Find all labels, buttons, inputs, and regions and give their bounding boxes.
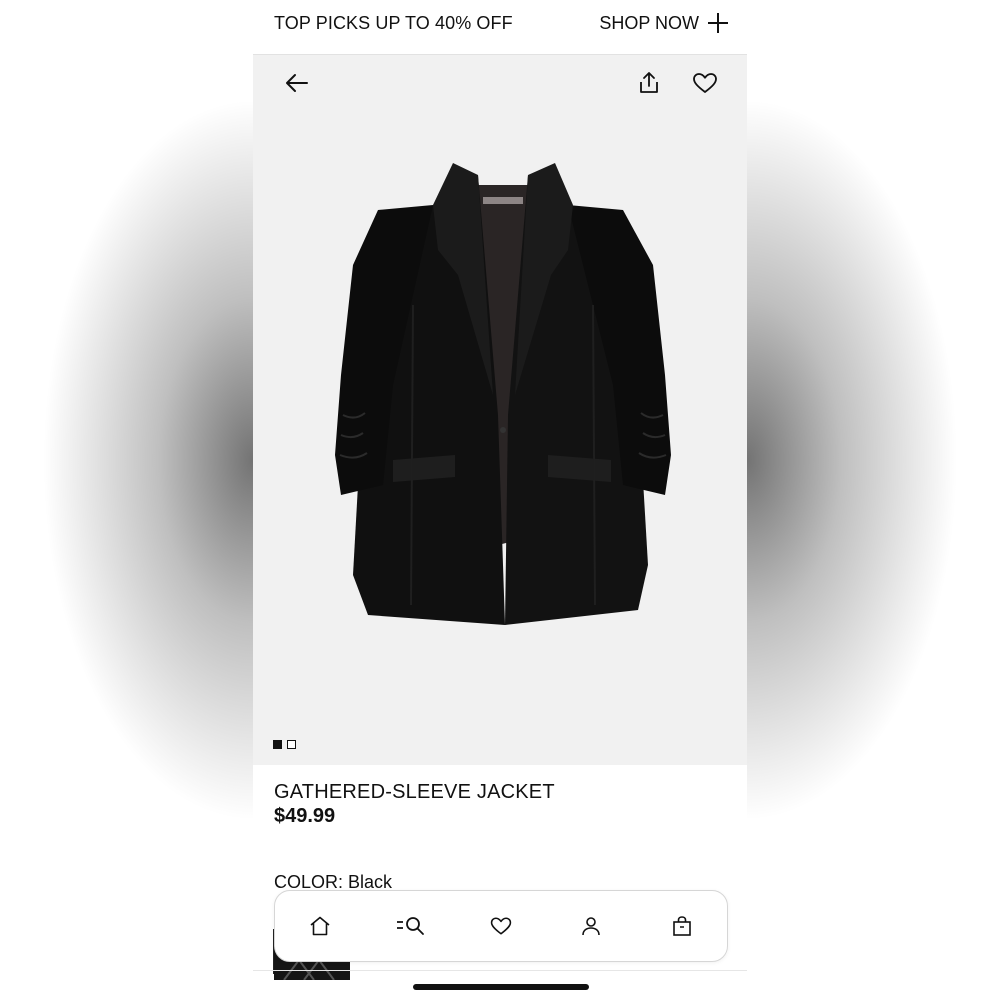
tab-account[interactable] (569, 904, 613, 948)
tab-favorites[interactable] (479, 904, 523, 948)
backdrop-right (747, 0, 1000, 1000)
promo-text: TOP PICKS UP TO 40% OFF (274, 13, 513, 33)
heart-icon (490, 917, 512, 935)
plus-icon[interactable] (705, 10, 731, 36)
color-label: COLOR: (274, 872, 344, 892)
home-icon (310, 916, 330, 936)
product-image-gallery[interactable] (253, 55, 747, 765)
backdrop-left (0, 0, 253, 1000)
divider (253, 970, 747, 971)
tab-search[interactable] (389, 904, 433, 948)
home-indicator[interactable] (413, 984, 589, 990)
account-icon (582, 917, 601, 936)
product-price: $49.99 (274, 805, 336, 827)
product-photo (335, 163, 671, 625)
share-icon[interactable] (635, 69, 663, 97)
gallery-dot[interactable] (287, 740, 296, 749)
arrow-left-icon[interactable] (283, 69, 311, 97)
product-title: GATHERED-SLEEVE JACKET (274, 781, 555, 803)
app-screen: TOP PICKS UP TO 40% OFF SHOP NOW GATHERE… (253, 0, 747, 1000)
shop-now-link[interactable]: SHOP NOW (599, 13, 699, 34)
tab-home[interactable] (298, 904, 342, 948)
bag-icon (672, 916, 691, 936)
gallery-pagination (273, 740, 296, 749)
heart-icon[interactable] (691, 69, 719, 97)
promo-banner[interactable]: TOP PICKS UP TO 40% OFF SHOP NOW (253, 0, 747, 55)
color-value: Black (348, 872, 393, 892)
search-icon (396, 917, 424, 935)
bottom-tab-bar (274, 890, 728, 962)
gallery-dot-active[interactable] (273, 740, 282, 749)
tab-bag[interactable] (660, 904, 704, 948)
